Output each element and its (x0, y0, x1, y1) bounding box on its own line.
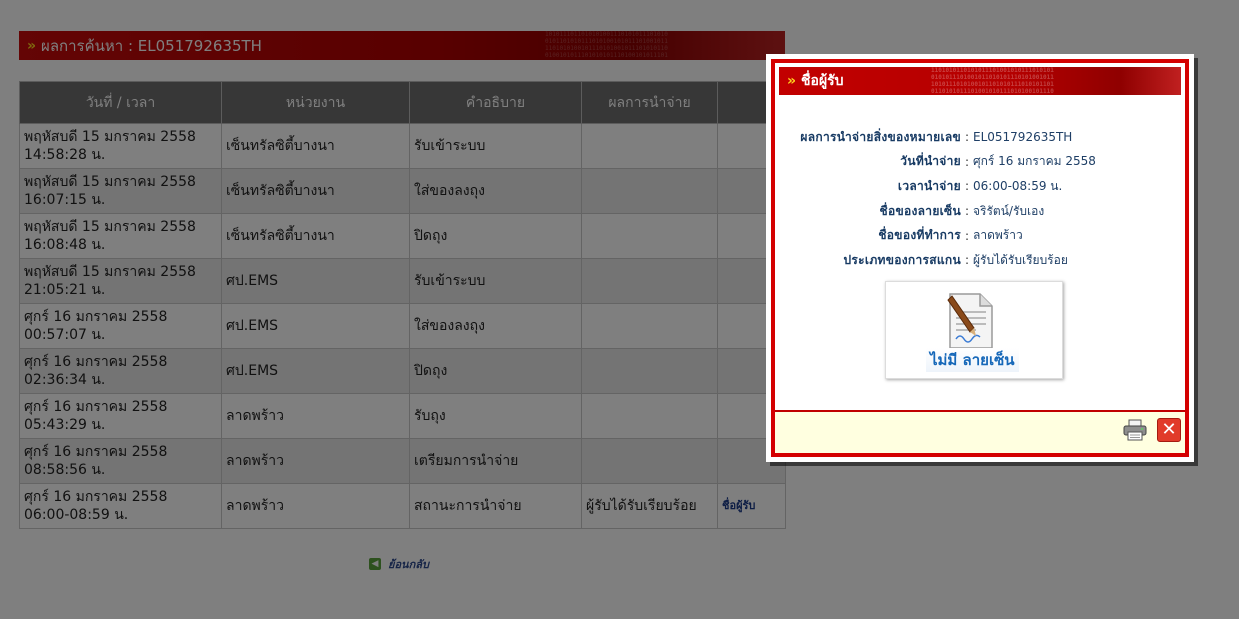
info-row-delivery-time: เวลานำจ่าย : 06:00-08:59 น. (783, 174, 1173, 199)
recipient-info: ผลการนำจ่ายสิ่งของหมายเลข : EL051792635T… (783, 125, 1173, 273)
info-separator: : (964, 253, 970, 268)
modal-title-bar: » ชื่อผู้รับ 110101011010101110100101011… (779, 67, 1181, 95)
info-label: ชื่อของที่ทำการ (878, 228, 961, 243)
info-label: ชื่อของลายเซ็น (879, 203, 961, 218)
info-row-item-number: ผลการนำจ่ายสิ่งของหมายเลข : EL051792635T… (783, 125, 1173, 150)
info-value: ลาดพร้าว (973, 228, 1023, 243)
info-row-delivery-date: วันที่นำจ่าย : ศุกร์ 16 มกราคม 2558 (783, 150, 1173, 175)
info-label: ประเภทของการสแกน (843, 252, 961, 267)
info-value: 06:00-08:59 น. (973, 178, 1063, 193)
close-icon[interactable]: ✕ (1157, 418, 1181, 442)
modal-footer: ✕ (775, 410, 1185, 453)
signature-image: ไม่มี ลายเซ็น (885, 281, 1063, 379)
info-row-scan-type: ประเภทของการสแกน : ผู้รับได้รับเรียบร้อย (783, 248, 1173, 273)
info-row-signature-name: ชื่อของลายเซ็น : จริรัตน์/รับเอง (783, 199, 1173, 224)
info-separator: : (964, 204, 970, 219)
binary-pattern-decoration: 1101010110101011101001010111010101 010101… (931, 67, 1054, 95)
info-label: เวลานำจ่าย (897, 178, 961, 193)
printer-icon[interactable] (1123, 419, 1147, 441)
no-signature-label: ไม่มี ลายเซ็น (926, 348, 1019, 372)
info-separator: : (964, 130, 970, 145)
info-value: ผู้รับได้รับเรียบร้อย (973, 252, 1068, 267)
info-separator: : (964, 179, 970, 194)
info-row-office-name: ชื่อของที่ทำการ : ลาดพร้าว (783, 223, 1173, 248)
document-pen-icon (947, 293, 993, 349)
info-value: ศุกร์ 16 มกราคม 2558 (973, 154, 1096, 169)
info-separator: : (964, 228, 970, 243)
info-label: ผลการนำจ่ายสิ่งของหมายเลข (800, 129, 961, 144)
recipient-modal: » ชื่อผู้รับ 110101011010101110100101011… (766, 54, 1194, 462)
info-value: จริรัตน์/รับเอง (973, 203, 1045, 218)
info-value: EL051792635TH (973, 130, 1073, 145)
double-chevron-icon: » (787, 73, 796, 89)
info-separator: : (964, 154, 970, 169)
modal-title: ชื่อผู้รับ (801, 73, 844, 89)
info-label: วันที่นำจ่าย (900, 154, 961, 169)
modal-border: » ชื่อผู้รับ 110101011010101110100101011… (771, 59, 1189, 457)
